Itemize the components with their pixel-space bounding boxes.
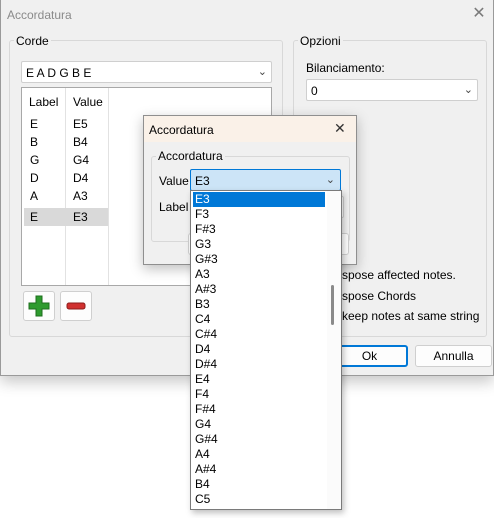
dropdown-option[interactable]: C4 xyxy=(193,312,325,327)
dropdown-option[interactable]: E4 xyxy=(193,372,325,387)
dropdown-option[interactable]: F#4 xyxy=(193,402,325,417)
dialog-group-title: Accordatura xyxy=(156,149,225,163)
tuning-preset-select[interactable]: E A D G B E ⌄ xyxy=(21,61,272,83)
row-label: G xyxy=(30,153,40,167)
dropdown-option[interactable]: A#4 xyxy=(193,462,325,477)
table-row[interactable]: E E5 xyxy=(24,115,108,133)
row-value: B4 xyxy=(73,135,88,149)
keep-string-checkbox-label[interactable]: keep notes at same string xyxy=(342,309,479,323)
plus-icon xyxy=(28,295,50,317)
dropdown-option[interactable]: G3 xyxy=(193,237,325,252)
row-label: A xyxy=(30,189,39,203)
table-row[interactable]: B B4 xyxy=(24,133,108,151)
table-row[interactable]: D D4 xyxy=(24,169,108,187)
value-label: Value xyxy=(159,174,189,188)
table-row[interactable]: G G4 xyxy=(24,151,108,169)
dropdown-option[interactable]: G4 xyxy=(193,417,325,432)
row-value: G4 xyxy=(73,153,90,167)
window-title: Accordatura xyxy=(7,8,72,22)
dropdown-option[interactable]: A3 xyxy=(193,267,325,282)
table-row[interactable]: A A3 xyxy=(24,187,108,205)
row-label: B xyxy=(30,135,39,149)
ok-button-label: Ok xyxy=(361,349,378,363)
table-row-selected[interactable]: E E3 xyxy=(24,208,108,226)
dropdown-option[interactable]: F#3 xyxy=(193,222,325,237)
strings-group-title: Corde xyxy=(14,34,51,48)
value-selected: E3 xyxy=(195,174,210,188)
dropdown-option[interactable]: G#4 xyxy=(193,432,325,447)
dropdown-option[interactable]: B4 xyxy=(193,477,325,492)
dropdown-option[interactable]: G#3 xyxy=(193,252,325,267)
balance-value: 0 xyxy=(311,84,318,98)
close-icon[interactable]: ✕ xyxy=(334,120,346,137)
dropdown-option[interactable]: A#3 xyxy=(193,282,325,297)
value-dropdown-list[interactable]: E3 F3 F#3 G3 G#3 A3 A#3 B3 C4 C#4 D4 D#4… xyxy=(190,190,342,510)
tuning-preset-value: E A D G B E xyxy=(26,66,92,80)
dropdown-option[interactable]: E3 xyxy=(193,192,325,207)
dropdown-option[interactable]: D4 xyxy=(193,342,325,357)
transpose-chords-checkbox-label[interactable]: spose Chords xyxy=(342,289,416,303)
row-value: A3 xyxy=(73,189,88,203)
row-value: D4 xyxy=(73,171,89,185)
cancel-button-label: Annulla xyxy=(433,349,474,363)
transpose-notes-checkbox-label[interactable]: spose affected notes. xyxy=(342,268,456,282)
dropdown-option[interactable]: B3 xyxy=(193,297,325,312)
ok-button[interactable]: Ok xyxy=(331,345,408,367)
chevron-down-icon: ⌄ xyxy=(325,174,335,186)
row-value: E3 xyxy=(73,210,88,224)
label-label: Label xyxy=(159,200,189,214)
dropdown-option[interactable]: C5 xyxy=(193,492,325,507)
row-label: D xyxy=(30,171,39,185)
column-divider xyxy=(108,88,109,285)
dropdown-option[interactable]: A4 xyxy=(193,447,325,462)
row-value: E5 xyxy=(73,117,88,131)
cancel-button[interactable]: Annulla xyxy=(415,345,492,367)
balance-select[interactable]: 0 ⌄ xyxy=(306,79,478,101)
column-header-value[interactable]: Value xyxy=(73,95,103,109)
minus-icon xyxy=(66,302,86,310)
scrollbar-thumb[interactable] xyxy=(331,285,334,325)
dialog-title: Accordatura xyxy=(149,123,214,137)
balance-label: Bilanciamento: xyxy=(306,61,385,75)
column-header-label[interactable]: Label xyxy=(29,95,58,109)
chevron-down-icon: ⌄ xyxy=(257,66,267,78)
dropdown-option[interactable]: C#4 xyxy=(193,327,325,342)
value-select[interactable]: E3 ⌄ xyxy=(190,169,341,191)
dropdown-option[interactable]: F4 xyxy=(193,387,325,402)
add-string-button[interactable] xyxy=(23,291,55,321)
dropdown-option[interactable]: F3 xyxy=(193,207,325,222)
dropdown-option[interactable]: D#4 xyxy=(193,357,325,372)
options-group-title: Opzioni xyxy=(298,34,343,48)
row-label: E xyxy=(30,117,39,131)
chevron-down-icon: ⌄ xyxy=(463,84,473,96)
scrollbar-track[interactable] xyxy=(327,191,341,509)
remove-string-button[interactable] xyxy=(60,291,92,321)
row-label: E xyxy=(30,210,39,224)
close-icon[interactable]: ✕ xyxy=(469,4,489,24)
